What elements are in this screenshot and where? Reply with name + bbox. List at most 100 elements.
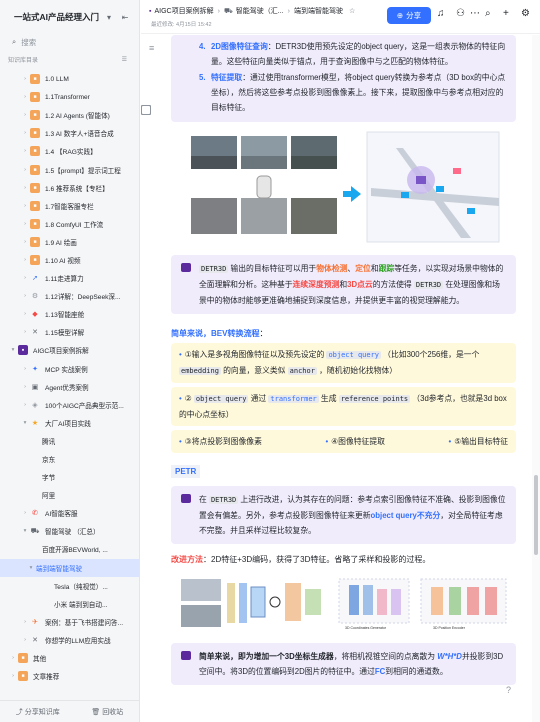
settings-icon[interactable]: ⚙: [521, 8, 530, 19]
expand-arrow-icon[interactable]: ›: [20, 221, 30, 227]
expand-arrow-icon[interactable]: ›: [20, 275, 30, 281]
share-button[interactable]: ⊕ 分享: [387, 7, 431, 24]
collapse-arrow-icon[interactable]: ▾: [20, 528, 30, 534]
expand-arrow-icon[interactable]: ›: [20, 402, 30, 408]
sidebar-item-feishu-qa[interactable]: › ✈ 案例：基于飞书搭建问答...: [0, 613, 139, 631]
breadcrumb-item[interactable]: AIGC项目案例拆解: [154, 6, 213, 16]
sidebar-item-aigc-cases[interactable]: ▾ ▪ AIGC项目案例拆解: [0, 341, 139, 359]
expand-arrow-icon[interactable]: ›: [8, 655, 18, 661]
sidebar-item-cockpit[interactable]: › ◆ 1.13智能座舱: [0, 305, 139, 323]
top-bar: ▪ AIGC项目案例拆解 › ⛟ 智能驾驶（汇... › 端到端智能驾驶 ☆ 最…: [141, 0, 540, 34]
outline-icon[interactable]: ≡: [149, 43, 154, 53]
sidebar-item-ai-cs[interactable]: › ✆ AI智能客服: [0, 504, 139, 522]
trash-icon: 🗑: [91, 708, 103, 716]
list-item: 4. 2D图像特征查询：DETR3D使用预先设定的object query，这是一…: [199, 42, 506, 66]
sidebar-item-llm-practice[interactable]: › ✕ 你想学的LLM应用实战: [0, 631, 139, 649]
expand-arrow-icon[interactable]: ›: [20, 185, 30, 191]
sidebar-item-transformer[interactable]: › ■ 1.1Transformer: [0, 88, 139, 106]
knowledge-base-title[interactable]: 一站式AI产品经理入门...: [14, 11, 99, 23]
sidebar-item-deepseek[interactable]: › ⚙ 1.12详解：DeepSeek深...: [0, 287, 139, 305]
recycle-bin-button[interactable]: 🗑 回收站: [91, 707, 123, 717]
expand-arrow-icon[interactable]: ›: [20, 510, 30, 516]
folder-icon: ■: [18, 671, 28, 682]
folder-icon: ■: [30, 236, 40, 247]
petr-callout: 在 DETR3D 上进行改进，认为其存在的问题：参考点索引图像特征不准确、投影到…: [171, 486, 516, 544]
sidebar-item-compute[interactable]: › ➚ 1.11走进算力: [0, 269, 139, 287]
expand-arrow-icon[interactable]: ›: [20, 311, 30, 317]
vertical-scrollbar[interactable]: [532, 35, 540, 722]
expand-arrow-icon[interactable]: ›: [20, 239, 30, 245]
sidebar-item-autodrive[interactable]: ▾ ⛟ 智能驾驶 （汇总）: [0, 522, 139, 540]
share-knowledge-base-button[interactable]: ⤴ 分享知识库: [16, 707, 60, 717]
bev-flow-heading: 简单来说，BEV转换流程：: [171, 329, 268, 338]
sidebar-item-rag[interactable]: › ■ 1.4 【RAG实践】: [0, 142, 139, 160]
sidebar-item-bigtech[interactable]: ▾ ★ 大厂AI项目实践: [0, 414, 139, 432]
expand-arrow-icon[interactable]: ›: [20, 130, 30, 136]
sidebar-item-digital-human[interactable]: › ■ 1.3 AI 数字人+语音合成: [0, 124, 139, 142]
book-icon: ▪: [149, 7, 152, 15]
sidebar-item-tesla[interactable]: Tesla（纯视觉）...: [0, 105, 151, 595]
sidebar-item-1-0-llm[interactable]: › ■ 1.0 LLM: [0, 70, 139, 88]
search-placeholder: 搜索: [21, 37, 37, 47]
sidebar-item-other[interactable]: › ■ 其他: [0, 649, 139, 667]
collapse-arrow-icon[interactable]: ▾: [8, 347, 18, 353]
expand-arrow-icon[interactable]: ›: [20, 384, 30, 390]
breadcrumb-item[interactable]: 智能驾驶（汇...: [236, 6, 284, 16]
sidebar-item-articles[interactable]: › ■ 文章推荐: [0, 667, 139, 685]
sidebar-item-customer-service[interactable]: › ■ 1.7智能客服专栏: [0, 197, 139, 215]
sidebar-item-xiaomi[interactable]: 小米 端到到自动...: [0, 105, 151, 613]
scrollbar-thumb[interactable]: [534, 475, 538, 555]
sidebar-item-e2e-driving[interactable]: ▾ 端到端智能驾驶: [0, 105, 151, 577]
petr-heading: PETR: [171, 465, 201, 478]
collaborator-icon[interactable]: ⚇: [456, 8, 465, 19]
expand-arrow-icon[interactable]: ›: [20, 112, 30, 118]
expand-arrow-icon[interactable]: ›: [20, 257, 30, 263]
expand-arrow-icon[interactable]: ›: [20, 203, 30, 209]
sidebar-item-recommender[interactable]: › ■ 1.6 推荐系统【专栏】: [0, 179, 139, 197]
tools-icon: ✕: [32, 329, 38, 337]
sidebar-item-alibaba[interactable]: 阿里: [0, 105, 151, 504]
sidebar-item-bevworld[interactable]: 百度开源BEVWorld, ...: [0, 105, 151, 558]
collapse-sidebar-icon[interactable]: ⇤: [119, 13, 131, 22]
list-options-icon[interactable]: ☰: [122, 56, 127, 63]
collapse-arrow-icon[interactable]: ▾: [26, 565, 36, 571]
expand-arrow-icon[interactable]: ›: [20, 94, 30, 100]
search-icon[interactable]: ⌕: [485, 8, 491, 19]
expand-arrow-icon[interactable]: ›: [20, 366, 30, 372]
expand-arrow-icon[interactable]: ›: [20, 293, 30, 299]
search-input[interactable]: ⌕ 搜索: [6, 34, 133, 50]
document-body: ≡ ▤ ⧉ ? 4.2D图像特征查询：DETR3D使用预先设定的object q…: [141, 35, 532, 722]
bell-icon[interactable]: ♫: [437, 8, 445, 19]
sidebar-item-bytedance[interactable]: 字节: [0, 105, 151, 486]
rocket-icon: ➚: [32, 275, 38, 283]
detr3d-illustration: [191, 131, 500, 243]
sidebar-item-tencent[interactable]: 腾讯: [0, 105, 151, 450]
sidebar-item-ai-agents[interactable]: › ■ 1.2 AI Agents (智能体): [0, 106, 139, 124]
expand-arrow-icon[interactable]: ›: [20, 148, 30, 154]
sidebar-item-models[interactable]: › ✕ 1.15模型详解: [0, 323, 139, 341]
add-icon[interactable]: +: [503, 8, 509, 19]
more-icon[interactable]: ⋯: [470, 8, 480, 19]
expand-arrow-icon[interactable]: ›: [20, 619, 30, 625]
sidebar-item-jd[interactable]: 京东: [0, 105, 151, 468]
star-icon[interactable]: ☆: [349, 7, 355, 15]
expand-arrow-icon[interactable]: ›: [20, 76, 30, 82]
help-icon[interactable]: ?: [506, 685, 511, 695]
expand-arrow-icon[interactable]: ›: [20, 637, 30, 643]
share-icon: ⤴: [15, 708, 25, 716]
chevron-down-icon[interactable]: ▾: [103, 13, 115, 22]
sidebar-item-ai-painting[interactable]: › ■ 1.9 AI 绘画: [0, 233, 139, 251]
expand-arrow-icon[interactable]: ›: [8, 673, 18, 679]
sidebar-item-comfyui[interactable]: › ■ 1.8 ComfyUI 工作流: [0, 215, 139, 233]
sidebar-item-agent-cases[interactable]: › ▣ Agent优秀案例: [0, 378, 139, 396]
gear-icon: ⚙: [31, 293, 39, 301]
collapse-arrow-icon[interactable]: ▾: [20, 420, 30, 426]
breadcrumb-current[interactable]: 端到端智能驾驶: [294, 6, 343, 16]
expand-arrow-icon[interactable]: ›: [20, 329, 30, 335]
sidebar-item-100-aigc[interactable]: › ◈ 100个AIGC产品典型示范...: [0, 396, 139, 414]
sidebar-item-ai-video[interactable]: › ■ 1.10 AI 视频: [0, 251, 139, 269]
expand-arrow-icon[interactable]: ›: [20, 167, 30, 173]
sidebar-item-prompt[interactable]: › ■ 1.5【prompt】提示词工程: [0, 160, 139, 178]
sidebar-item-mcp[interactable]: › ✦ MCP 实战案例: [0, 360, 139, 378]
step-box-3: • ③将点投影到图像像素 • ④图像特征提取 • ⑤输出目标特征: [171, 430, 516, 453]
